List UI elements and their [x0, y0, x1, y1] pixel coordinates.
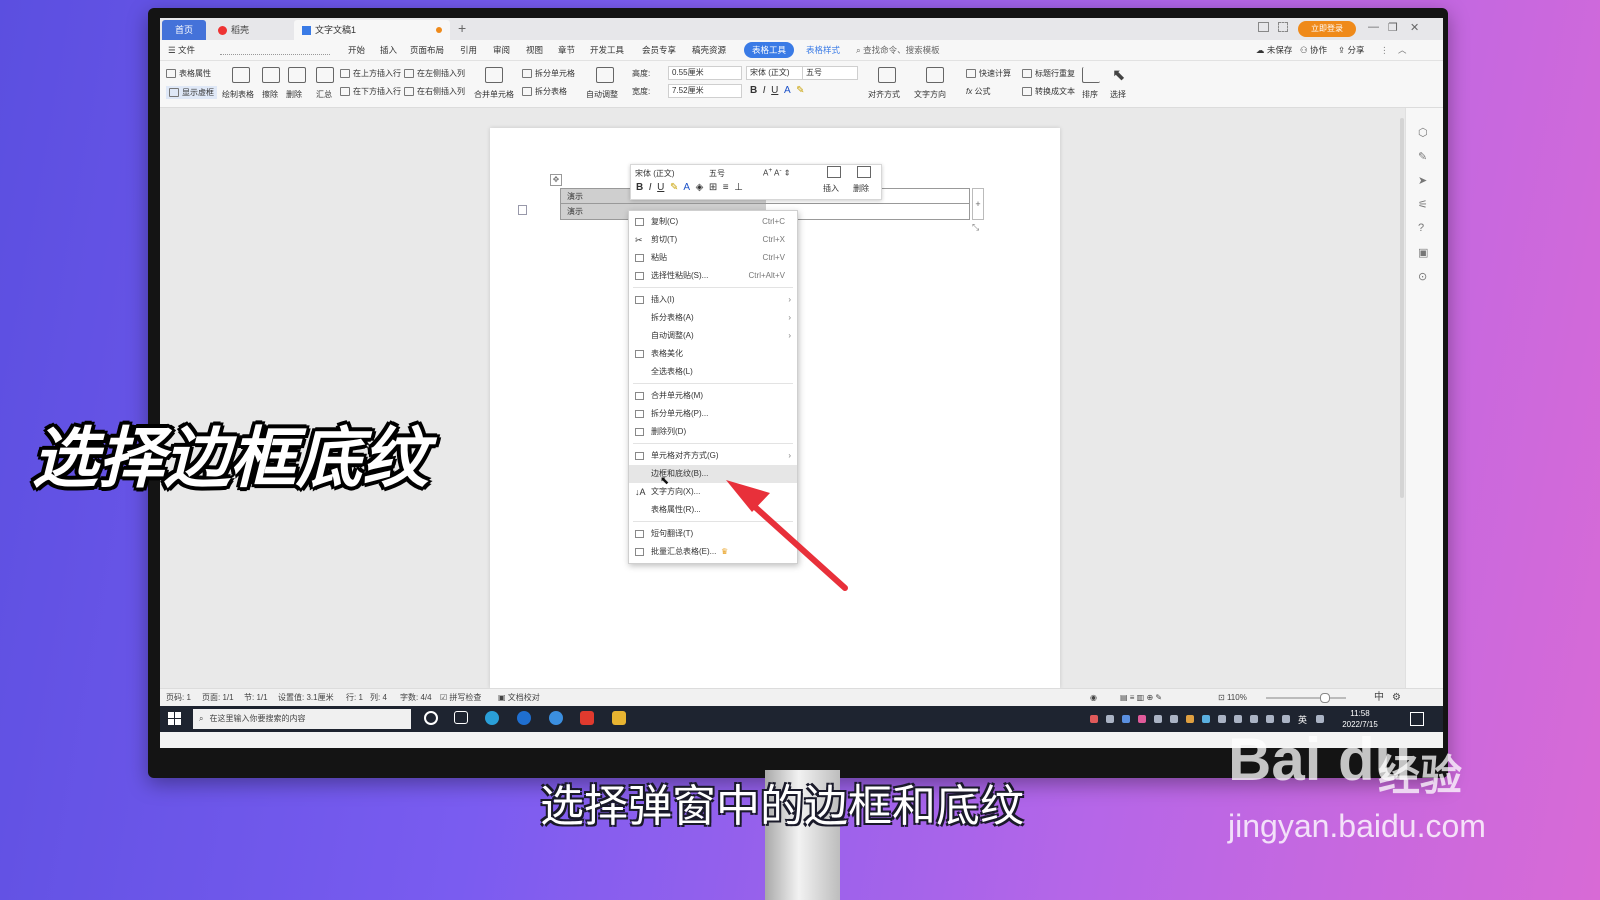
taskbar-search-input[interactable]: ⌕ 在这里输入你要搜索的内容: [193, 709, 411, 729]
settings-gear-icon[interactable]: ⚙: [1392, 689, 1401, 707]
tray-shield-icon[interactable]: [1122, 715, 1130, 723]
baidu-watermark-cn: 经验: [1378, 751, 1463, 800]
tray-app-icon[interactable]: [1170, 715, 1178, 723]
file-explorer-icon[interactable]: [612, 711, 626, 725]
cortana-icon[interactable]: [424, 711, 438, 725]
edge-icon[interactable]: [517, 711, 531, 725]
zoom-value[interactable]: ⊡ 110%: [1218, 689, 1247, 707]
tray-network-icon[interactable]: [1202, 715, 1210, 723]
microphone-icon[interactable]: [1282, 715, 1290, 723]
screen: 首页 稻壳 文字文稿1 + 立即登录 — ❐ ✕ ☰ 文件 开始 插入 页面布局…: [160, 18, 1443, 748]
spell-check-toggle[interactable]: ☑ 拼写检查: [440, 689, 481, 707]
clock-time: 11:58: [1350, 709, 1370, 718]
tray-app-icon[interactable]: [1218, 715, 1226, 723]
wps-icon[interactable]: [580, 711, 594, 725]
notification-icon[interactable]: [1410, 712, 1424, 726]
status-bar: 页码: 1 页面: 1/1 节: 1/1 设置值: 3.1厘米 行: 1 列: …: [160, 688, 1443, 707]
tray-app-icon[interactable]: [1138, 715, 1146, 723]
status-pages: 页面: 1/1: [202, 693, 234, 702]
video-subtitle: 选择弹窗中的边框和底纹: [540, 781, 1024, 832]
tray-app-icon[interactable]: [1266, 715, 1274, 723]
search-icon: ⌕: [199, 714, 204, 723]
tray-display-icon[interactable]: [1234, 715, 1242, 723]
keyboard-icon[interactable]: [1316, 715, 1324, 723]
tray-app-icon[interactable]: [1186, 715, 1194, 723]
windows-start-icon[interactable]: [168, 712, 182, 726]
video-caption-title: 选择边框底纹: [32, 420, 428, 497]
tray-app-icon[interactable]: [1106, 715, 1114, 723]
tray-app-icon[interactable]: [1090, 715, 1098, 723]
volume-icon[interactable]: [1250, 715, 1258, 723]
view-mode-icons[interactable]: ▤ ≡ ▥ ⊕ ✎: [1120, 689, 1162, 707]
tray-app-icon[interactable]: [1154, 715, 1162, 723]
red-arrow-annotation: [726, 480, 848, 591]
zoom-slider-thumb[interactable]: [1320, 693, 1330, 703]
status-col: 列: 4: [370, 693, 387, 702]
zoom-slider[interactable]: [1266, 697, 1346, 699]
status-section: 节: 1/1: [244, 693, 268, 702]
baidu-watermark-url: jingyan.baidu.com: [1228, 808, 1486, 844]
task-view-icon[interactable]: [454, 711, 468, 724]
status-page-no: 页码: 1: [166, 693, 191, 702]
status-row: 行: 1: [346, 693, 363, 702]
proof-button[interactable]: ▣ 文档校对: [498, 689, 540, 707]
ime-indicator[interactable]: 中: [1374, 689, 1384, 707]
globe-icon[interactable]: [549, 711, 563, 725]
browser-icon[interactable]: [485, 711, 499, 725]
status-words: 字数: 4/4: [400, 693, 432, 702]
taskbar-search-placeholder: 在这里输入你要搜索的内容: [209, 714, 306, 723]
status-setting: 设置值: 3.1厘米: [278, 693, 334, 702]
eye-icon[interactable]: ◉: [1090, 689, 1097, 707]
